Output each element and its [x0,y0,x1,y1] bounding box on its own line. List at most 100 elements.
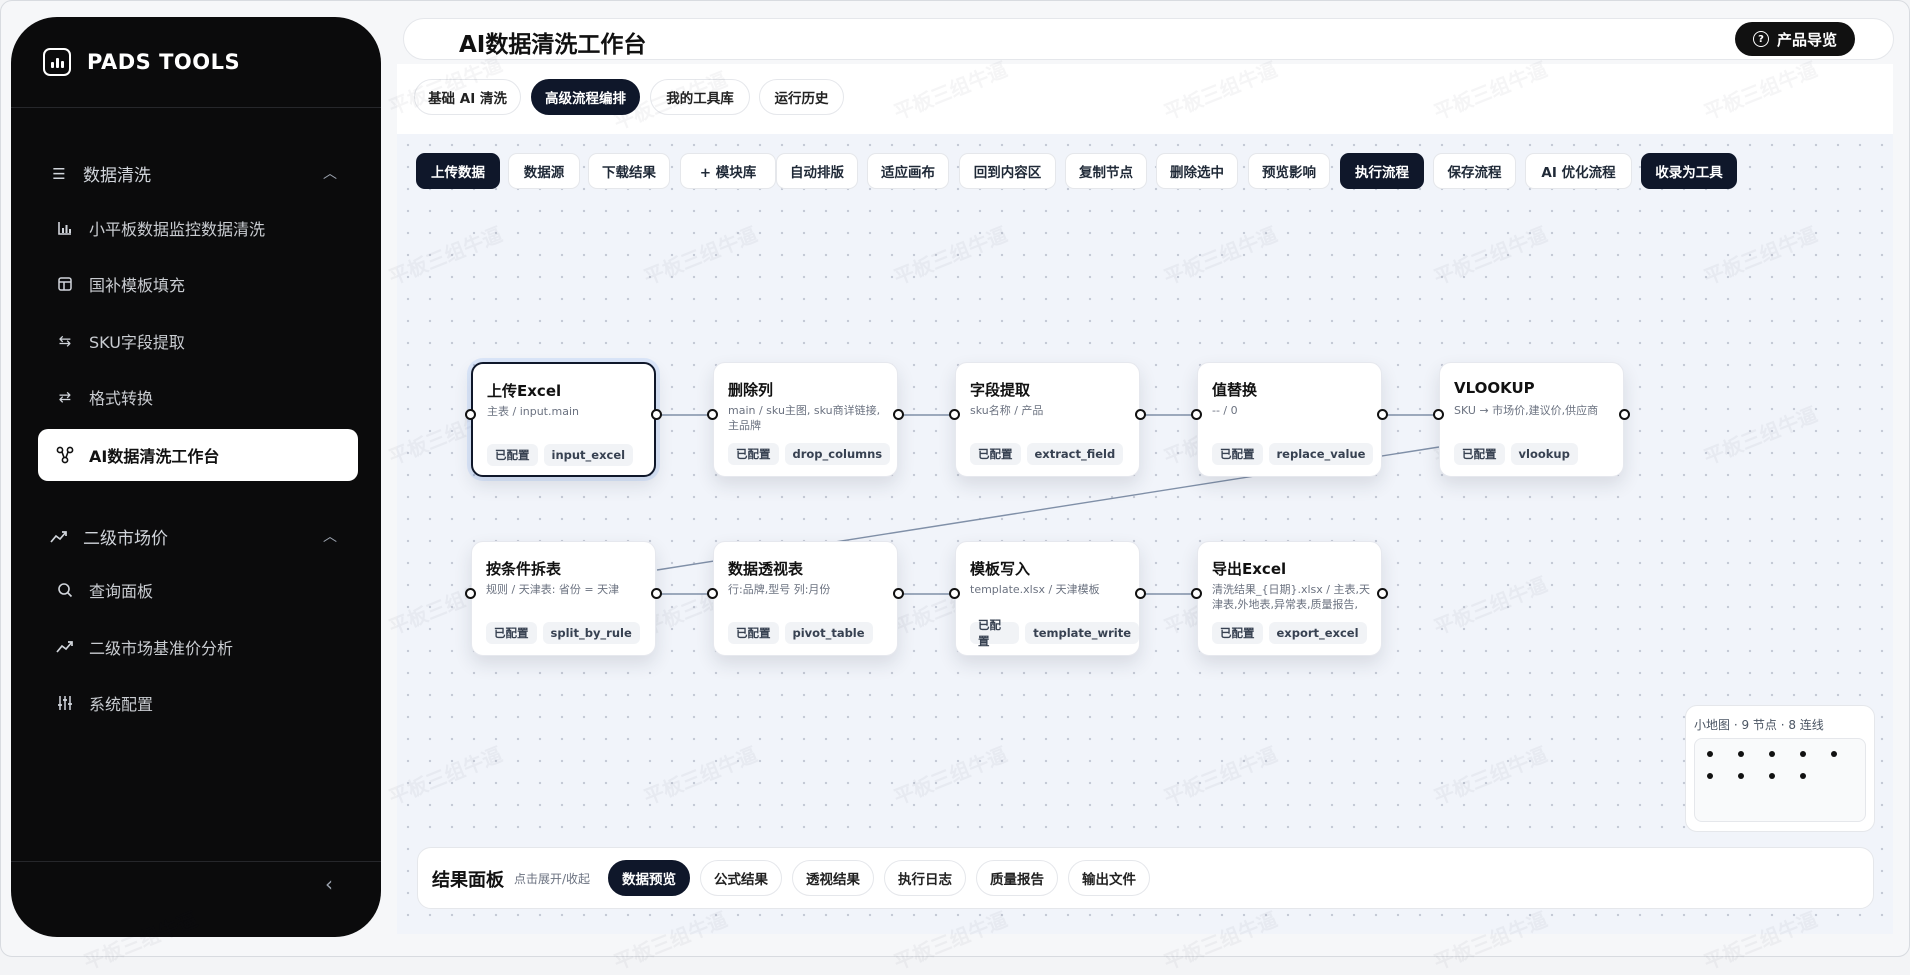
product-guide-label: 产品导览 [1776,30,1837,49]
trend-icon [49,527,69,547]
sidebar-item-tablet-monitor[interactable]: 小平板数据监控数据清洗 [55,203,375,253]
data-source-button[interactable]: 数据源 [508,153,580,189]
result-tab-formula-results[interactable]: 公式结果 [700,860,782,896]
result-tab-execution-log[interactable]: 执行日志 [884,860,966,896]
chevron-up-icon[interactable]: ︿ [323,526,337,546]
sidebar-item-system-config[interactable]: 系统配置 [55,678,375,728]
result-tab-data-preview[interactable]: 数据预览 [608,860,690,896]
back-to-content-button[interactable]: 回到内容区 [959,153,1056,189]
sidebar-item-label: 二级市场基准价分析 [89,639,234,658]
sidebar-group-secondary-market[interactable]: 二级市场价 [49,524,168,549]
sidebar-group-label: 数据清洗 [83,166,151,186]
output-port[interactable] [651,409,662,420]
input-port[interactable] [949,409,960,420]
input-port[interactable] [465,409,476,420]
flow-node-upload-excel[interactable]: 上传Excel 主表 / input.main 已配置 input_excel [471,362,656,477]
flow-node-drop-columns[interactable]: 删除列 main / sku主图, sku商详链接, 主品牌 已配置 drop_c… [713,362,898,477]
node-title: 上传Excel [487,382,562,400]
sidebar-divider [11,107,381,108]
convert-icon: ⇄ [58,388,72,406]
upload-data-button[interactable]: 上传数据 [416,153,500,189]
node-subtitle: main / sku主图, sku商详链接, 主品牌 [728,404,881,432]
node-title: 模板写入 [970,560,1031,578]
flow-node-template-write[interactable]: 模板写入 template.xlsx / 天津模板 已配置 template_wr… [955,541,1140,656]
sidebar-item-ai-workbench[interactable]: AI数据清洗工作台 [38,429,358,481]
flow-node-extract-field[interactable]: 字段提取 sku名称 / 产品 已配置 extract_field [955,362,1140,477]
preview-impact-button[interactable]: 预览影响 [1248,153,1330,189]
sidebar-group-data-cleaning[interactable]: ☰ 数据清洗 [49,161,151,187]
result-panel[interactable]: 结果面板 点击展开/收起 数据预览 公式结果 透视结果 执行日志 质量报告 输出… [417,847,1874,909]
output-port[interactable] [1377,409,1388,420]
search-icon [55,580,75,600]
product-guide-button[interactable]: ? 产品导览 [1734,22,1855,56]
input-port[interactable] [465,588,476,599]
node-status: 已配置 [487,444,538,466]
output-port[interactable] [1135,409,1146,420]
result-tab-pivot-results[interactable]: 透视结果 [792,860,874,896]
output-port[interactable] [1377,588,1388,599]
copy-node-button[interactable]: 复制节点 [1065,153,1147,189]
input-port[interactable] [707,409,718,420]
delete-selected-button[interactable]: 删除选中 [1156,153,1238,189]
brand-name: PADS TOOLS [87,50,241,74]
output-port[interactable] [651,588,662,599]
auto-layout-button[interactable]: 自动排版 [776,153,858,189]
save-flow-button[interactable]: 保存流程 [1433,153,1516,189]
fit-canvas-button[interactable]: 适应画布 [867,153,949,189]
result-tab-output-files[interactable]: 输出文件 [1068,860,1150,896]
output-port[interactable] [1619,409,1630,420]
run-flow-button[interactable]: 执行流程 [1340,153,1424,189]
sidebar-item-template-fill[interactable]: 国补模板填充 [55,259,375,309]
input-port[interactable] [949,588,960,599]
trend-icon [55,637,75,657]
sidebar-item-format-convert[interactable]: ⇄ 格式转换 [55,372,375,422]
sidebar-item-label: 小平板数据监控数据清洗 [89,220,266,239]
collapse-sidebar-icon[interactable]: ‹ [325,872,333,896]
sidebar-group-label: 二级市场价 [83,529,168,549]
list-icon: ☰ [52,164,66,183]
node-code: template_write [1025,622,1139,644]
output-port[interactable] [1135,588,1146,599]
sidebar-item-label: AI数据清洗工作台 [89,447,220,466]
flow-node-export-excel[interactable]: 导出Excel 清洗结果_{日期}.xlsx / 主表,天津表,外地表,异常表,… [1197,541,1382,656]
node-status: 已配置 [970,618,1020,648]
download-results-button[interactable]: 下载结果 [588,153,670,189]
node-subtitle: 主表 / input.main [487,405,579,418]
save-as-tool-button[interactable]: 收录为工具 [1641,153,1737,189]
output-port[interactable] [893,409,904,420]
template-icon [55,274,75,294]
flow-node-split-by-rule[interactable]: 按条件拆表 规则 / 天津表: 省份 = 天津 已配置 split_by_rule [471,541,656,656]
minimap-node-dot [1738,751,1744,757]
node-status: 已配置 [1212,443,1263,465]
flow-node-vlookup[interactable]: VLOOKUP SKU → 市场价,建议价,供应商 已配置 vlookup [1439,362,1624,477]
input-port[interactable] [1191,409,1202,420]
input-port[interactable] [1433,409,1444,420]
swap-icon: ⇆ [58,332,72,350]
tab-run-history[interactable]: 运行历史 [759,79,844,115]
sidebar-item-query-panel[interactable]: 查询面板 [55,565,375,615]
node-code: pivot_table [784,622,873,644]
node-status: 已配置 [486,622,537,644]
node-code: split_by_rule [542,622,640,644]
sidebar-divider [11,861,381,862]
minimap-viewport[interactable] [1694,738,1866,822]
minimap[interactable]: 小地图 · 9 节点 · 8 连线 [1685,705,1875,832]
module-library-button[interactable]: + 模块库 [680,153,776,189]
sliders-icon [55,693,75,713]
input-port[interactable] [1191,588,1202,599]
flow-node-pivot-table[interactable]: 数据透视表 行:品牌,型号 列:月份 已配置 pivot_table [713,541,898,656]
chevron-up-icon[interactable]: ︿ [323,163,337,183]
flow-node-replace-value[interactable]: 值替换 -- / 0 已配置 replace_value [1197,362,1382,477]
input-port[interactable] [707,588,718,599]
minimap-node-dot [1769,751,1775,757]
sidebar-item-market-analysis[interactable]: 二级市场基准价分析 [55,622,375,672]
flow-canvas[interactable] [397,134,1893,934]
node-subtitle: 清洗结果_{日期}.xlsx / 主表,天津表,外地表,异常表,质量报告, [1212,583,1370,611]
result-tab-quality-report[interactable]: 质量报告 [976,860,1058,896]
node-code: extract_field [1026,443,1124,465]
sidebar-item-sku-extract[interactable]: ⇆ SKU字段提取 [55,316,375,366]
output-port[interactable] [893,588,904,599]
result-panel-hint: 点击展开/收起 [514,872,591,886]
minimap-node-dot [1769,773,1775,779]
ai-optimize-flow-button[interactable]: AI 优化流程 [1525,153,1632,189]
